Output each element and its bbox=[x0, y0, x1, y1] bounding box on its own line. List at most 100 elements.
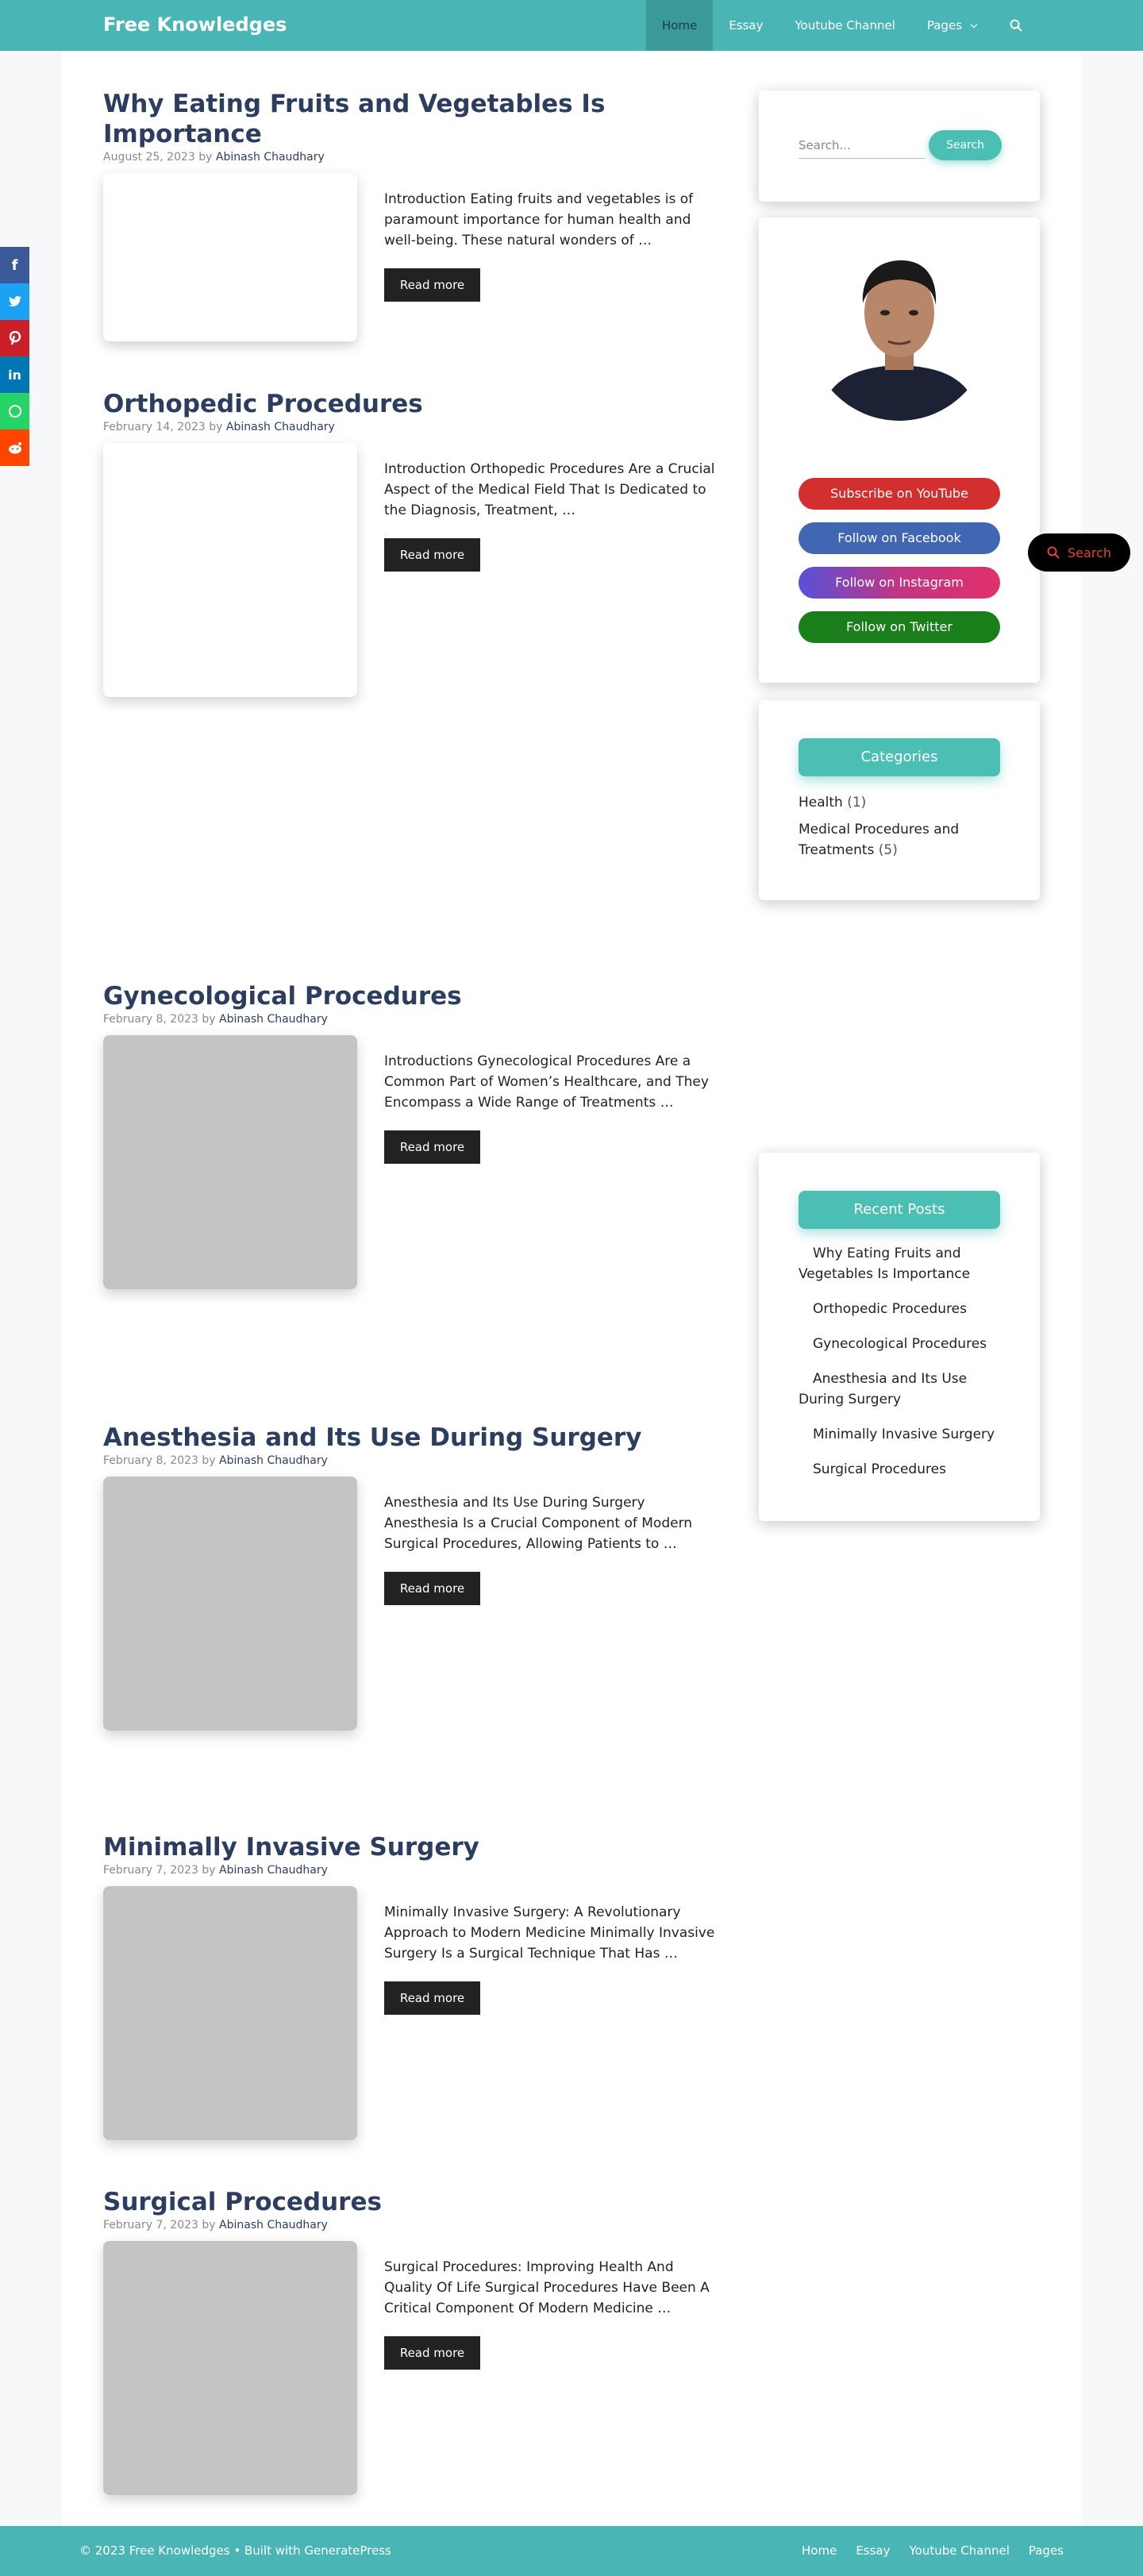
post-card: Anesthesia and Its Use During Surgery Fe… bbox=[103, 1423, 722, 1731]
post-author[interactable]: Abinash Chaudhary bbox=[216, 151, 325, 164]
twitter-icon bbox=[8, 296, 21, 306]
recent-post-link[interactable]: Why Eating Fruits and Vegetables Is Impo… bbox=[799, 1243, 1005, 1284]
site-brand[interactable]: Free Knowledges bbox=[103, 0, 287, 49]
post-title[interactable]: Why Eating Fruits and Vegetables Is Impo… bbox=[103, 89, 722, 149]
twitter-share-button[interactable] bbox=[0, 283, 29, 320]
reddit-share-button[interactable] bbox=[0, 429, 29, 466]
post-excerpt: Minimally Invasive Surgery: A Revolution… bbox=[384, 1904, 715, 1962]
recent-post-link[interactable]: Gynecological Procedures bbox=[799, 1334, 1005, 1354]
post-meta: August 25, 2023 by Abinash Chaudhary bbox=[103, 151, 722, 164]
post-date: February 8, 2023 bbox=[103, 1454, 198, 1467]
site-header: Free Knowledges Home Essay Youtube Chann… bbox=[0, 0, 1143, 51]
post-thumbnail[interactable] bbox=[103, 1477, 357, 1731]
post-author[interactable]: Abinash Chaudhary bbox=[219, 1454, 328, 1467]
category-count: (5) bbox=[878, 842, 898, 858]
main-nav: Home Essay Youtube Channel Pages bbox=[646, 0, 1040, 51]
follow-instagram-button[interactable]: Follow on Instagram bbox=[799, 567, 1000, 599]
sidebar-categories-widget: Categories Health (1) Medical Procedures… bbox=[759, 700, 1040, 900]
recent-posts-heading: Recent Posts bbox=[799, 1191, 1000, 1229]
nav-pages[interactable]: Pages bbox=[911, 0, 992, 51]
footer-link-essay[interactable]: Essay bbox=[856, 2526, 890, 2576]
post-thumbnail[interactable] bbox=[103, 173, 357, 341]
post-meta: February 8, 2023 by Abinash Chaudhary bbox=[103, 1454, 722, 1467]
post-title[interactable]: Anesthesia and Its Use During Surgery bbox=[103, 1423, 722, 1453]
post-thumbnail[interactable] bbox=[103, 443, 357, 697]
category-count: (1) bbox=[847, 795, 867, 811]
whatsapp-icon bbox=[8, 405, 21, 418]
footer-link-youtube-channel[interactable]: Youtube Channel bbox=[910, 2526, 1010, 2576]
post-by: by bbox=[209, 421, 223, 433]
recent-post-link[interactable]: Surgical Procedures bbox=[799, 1459, 1005, 1480]
category-item[interactable]: Health (1) bbox=[799, 792, 1005, 813]
nav-search-button[interactable] bbox=[992, 0, 1040, 51]
read-more-button[interactable]: Read more bbox=[384, 268, 480, 302]
post-card: Minimally Invasive Surgery February 7, 2… bbox=[103, 1832, 722, 2140]
follow-facebook-button[interactable]: Follow on Facebook bbox=[799, 522, 1000, 554]
post-date: August 25, 2023 bbox=[103, 151, 195, 164]
read-more-button[interactable]: Read more bbox=[384, 2336, 480, 2370]
category-item[interactable]: Medical Procedures and Treatments (5) bbox=[799, 819, 1005, 861]
linkedin-icon: in bbox=[8, 367, 21, 383]
post-card: Gynecological Procedures February 8, 202… bbox=[103, 981, 722, 1289]
facebook-share-button[interactable]: f bbox=[0, 247, 29, 283]
post-card: Orthopedic Procedures February 14, 2023 … bbox=[103, 389, 722, 697]
sidebar-search-button[interactable]: Search bbox=[929, 130, 1002, 160]
post-author[interactable]: Abinash Chaudhary bbox=[219, 1013, 328, 1026]
nav-youtube-channel[interactable]: Youtube Channel bbox=[779, 0, 911, 51]
nav-essay[interactable]: Essay bbox=[713, 0, 779, 51]
post-by: by bbox=[202, 1454, 216, 1467]
avatar bbox=[809, 240, 990, 421]
read-more-button[interactable]: Read more bbox=[384, 1572, 480, 1605]
post-by: by bbox=[202, 2219, 216, 2231]
read-more-button[interactable]: Read more bbox=[384, 1981, 480, 2015]
categories-heading: Categories bbox=[799, 738, 1000, 776]
pinterest-share-button[interactable] bbox=[0, 320, 29, 356]
post-meta: February 7, 2023 by Abinash Chaudhary bbox=[103, 1864, 722, 1877]
post-excerpt: Introduction Orthopedic Procedures Are a… bbox=[384, 461, 715, 518]
post-excerpt: Introduction Eating fruits and vegetable… bbox=[384, 191, 694, 248]
subscribe-youtube-button[interactable]: Subscribe on YouTube bbox=[799, 478, 1000, 510]
post-thumbnail[interactable] bbox=[103, 1035, 357, 1289]
post-title[interactable]: Orthopedic Procedures bbox=[103, 389, 722, 419]
post-meta: February 14, 2023 by Abinash Chaudhary bbox=[103, 421, 722, 433]
sidebar-search-widget: Search bbox=[759, 90, 1040, 202]
post-date: February 7, 2023 bbox=[103, 1864, 198, 1877]
post-author[interactable]: Abinash Chaudhary bbox=[219, 2219, 328, 2231]
post-thumbnail[interactable] bbox=[103, 1886, 357, 2140]
nav-home[interactable]: Home bbox=[646, 0, 714, 51]
post-card: Surgical Procedures February 7, 2023 by … bbox=[103, 2187, 722, 2495]
post-title[interactable]: Minimally Invasive Surgery bbox=[103, 1832, 722, 1862]
follow-twitter-button[interactable]: Follow on Twitter bbox=[799, 611, 1000, 643]
read-more-button[interactable]: Read more bbox=[384, 1130, 480, 1164]
recent-post-link[interactable]: Anesthesia and Its Use During Surgery bbox=[799, 1369, 1005, 1410]
post-card: Why Eating Fruits and Vegetables Is Impo… bbox=[103, 89, 722, 341]
post-by: by bbox=[202, 1864, 216, 1877]
post-meta: February 7, 2023 by Abinash Chaudhary bbox=[103, 2219, 722, 2231]
avatar-portrait bbox=[809, 240, 990, 421]
category-label[interactable]: Health bbox=[799, 795, 843, 811]
whatsapp-share-button[interactable] bbox=[0, 393, 29, 429]
post-excerpt: Anesthesia and Its Use During Surgery An… bbox=[384, 1495, 693, 1552]
recent-posts-list: Why Eating Fruits and Vegetables Is Impo… bbox=[799, 1243, 1005, 1494]
post-author[interactable]: Abinash Chaudhary bbox=[219, 1864, 328, 1877]
recent-post-link[interactable]: Orthopedic Procedures bbox=[799, 1299, 1005, 1319]
sidebar-search-input[interactable] bbox=[799, 132, 926, 159]
floating-search-button[interactable]: Search bbox=[1028, 533, 1130, 572]
post-title[interactable]: Surgical Procedures bbox=[103, 2187, 722, 2217]
read-more-button[interactable]: Read more bbox=[384, 538, 480, 572]
footer-copyright: © 2023 Free Knowledges • Built with Gene… bbox=[79, 2543, 391, 2558]
categories-list: Health (1) Medical Procedures and Treatm… bbox=[799, 792, 1005, 867]
post-by: by bbox=[198, 151, 213, 164]
linkedin-share-button[interactable]: in bbox=[0, 356, 29, 393]
post-author[interactable]: Abinash Chaudhary bbox=[226, 421, 335, 433]
post-excerpt: Introductions Gynecological Procedures A… bbox=[384, 1053, 709, 1111]
post-date: February 14, 2023 bbox=[103, 421, 206, 433]
post-title[interactable]: Gynecological Procedures bbox=[103, 981, 722, 1011]
footer-link-home[interactable]: Home bbox=[802, 2526, 837, 2576]
footer-link-pages[interactable]: Pages bbox=[1029, 2526, 1064, 2576]
post-meta: February 8, 2023 by Abinash Chaudhary bbox=[103, 1013, 722, 1026]
sidebar-profile-widget: Subscribe on YouTube Follow on Facebook … bbox=[759, 218, 1040, 683]
post-thumbnail[interactable] bbox=[103, 2241, 357, 2495]
recent-post-link[interactable]: Minimally Invasive Surgery bbox=[799, 1424, 1005, 1445]
post-date: February 8, 2023 bbox=[103, 1013, 198, 1026]
